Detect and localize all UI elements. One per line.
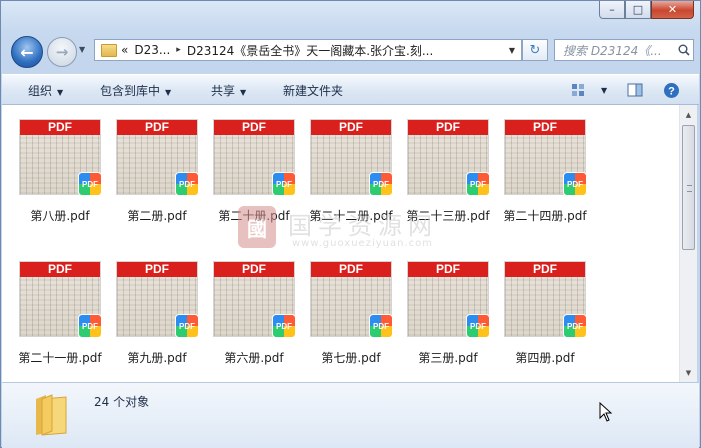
help-icon[interactable]: ? [662,81,680,99]
pdf-banner: PDF [408,262,488,277]
pdf-thumbnail: PDF PDF [19,261,102,338]
pdf-thumbnail: PDF PDF [116,261,199,338]
svg-text:?: ? [668,85,675,97]
pdf-banner: PDF [311,262,391,277]
preview-pane-icon[interactable] [626,81,644,99]
include-in-library-label: 包含到库中 [100,84,161,98]
share-menu[interactable]: 共享 ▼ [211,82,246,99]
view-options-icon[interactable] [570,81,588,99]
close-button[interactable]: ✕ [651,1,694,19]
grip-icon [687,185,692,192]
file-item[interactable]: PDF PDF 第四册.pdf [487,247,587,377]
back-button[interactable]: ← [11,36,43,68]
pdf-thumbnail: PDF PDF [116,119,199,196]
breadcrumb-item[interactable]: D23... [134,43,170,57]
history-dropdown-button[interactable]: ▼ [79,45,85,54]
pdf-banner: PDF [20,120,100,135]
folder-icon [101,43,117,57]
file-list-view[interactable]: PDF PDF 第八册.pdf PDF PDF 第二册.pdf PDF PDF 第二十册.pdf… [2,105,679,382]
search-placeholder: 搜索 D23124《... [563,43,662,58]
share-label: 共享 [211,84,236,98]
pdf-thumbnail: PDF PDF [213,261,296,338]
file-item[interactable]: PDF PDF 第二册.pdf [99,105,199,235]
file-item[interactable]: PDF PDF 第二十二册.pdf [293,105,393,235]
pdf-banner: PDF [505,120,585,135]
address-dropdown-button[interactable]: ▼ [509,46,515,55]
pdf-banner: PDF [408,120,488,135]
chevron-down-icon: ▼ [57,88,64,97]
minimize-button[interactable]: – [599,1,625,19]
file-name: 第四册.pdf [515,351,575,365]
file-item[interactable]: PDF PDF 第二十四册.pdf [487,105,587,235]
pdf-banner: PDF [311,120,391,135]
forward-button[interactable]: → [47,37,77,67]
vertical-scrollbar[interactable]: ▲ ▼ [679,105,697,382]
pdf-thumbnail: PDF PDF [407,119,490,196]
breadcrumb-overflow[interactable]: « [121,43,128,57]
pdf-banner: PDF [214,262,294,277]
address-bar[interactable]: « D23... ▸ D23124《景岳全书》天一阁藏本.张介宝.刻... ▼ [94,39,522,61]
file-item[interactable]: PDF PDF 第六册.pdf [196,247,296,377]
new-folder-button[interactable]: 新建文件夹 [283,82,343,99]
refresh-icon: ↻ [529,42,541,58]
file-item[interactable]: PDF PDF 第九册.pdf [99,247,199,377]
back-arrow-icon: ← [20,42,34,62]
file-item[interactable]: PDF PDF 第八册.pdf [2,105,102,235]
file-item[interactable]: PDF PDF 第二十册.pdf [196,105,296,235]
caption-buttons: – □ ✕ [599,1,694,19]
search-icon[interactable] [675,44,693,56]
pdf-banner: PDF [20,262,100,277]
maximize-button[interactable]: □ [625,1,651,19]
organize-label: 组织 [28,84,53,98]
pdf-app-icon: PDF [563,172,587,196]
pdf-thumbnail: PDF PDF [310,119,393,196]
pdf-thumbnail: PDF PDF [19,119,102,196]
view-dropdown-button[interactable]: ▼ [596,82,607,96]
pdf-thumbnail: PDF PDF [310,261,393,338]
pdf-thumbnail: PDF PDF [407,261,490,338]
scrollbar-thumb[interactable] [682,125,695,250]
pdf-banner: PDF [117,120,197,135]
pdf-thumbnail: PDF PDF [504,261,587,338]
file-item[interactable]: PDF PDF 第三册.pdf [390,247,490,377]
pdf-banner: PDF [214,120,294,135]
explorer-window: – □ ✕ ← → ▼ « D23... ▸ D23124《景岳全书》天一阁藏本… [0,0,701,448]
scroll-up-icon[interactable]: ▲ [681,107,696,122]
pdf-app-icon: PDF [563,314,587,338]
file-item[interactable]: PDF PDF 第二十一册.pdf [2,247,102,377]
breadcrumb-chevron-icon[interactable]: ▸ [176,45,181,55]
command-bar: 组织 ▼ 包含到库中 ▼ 共享 ▼ 新建文件夹 ▼ ? [2,74,699,105]
chevron-down-icon: ▼ [165,88,172,97]
chevron-down-icon: ▼ [240,88,247,97]
organize-menu[interactable]: 组织 ▼ [28,82,63,99]
pdf-thumbnail: PDF PDF [213,119,296,196]
pdf-thumbnail: PDF PDF [504,119,587,196]
folder-icon [32,393,70,436]
breadcrumb-item-current[interactable]: D23124《景岳全书》天一阁藏本.张介宝.刻... [187,42,434,59]
chevron-down-icon: ▼ [601,86,608,95]
include-in-library-menu[interactable]: 包含到库中 ▼ [100,82,171,99]
pdf-banner: PDF [505,262,585,277]
file-name: 第二十四册.pdf [503,209,587,223]
mouse-cursor-icon [599,402,613,422]
file-item[interactable]: PDF PDF 第七册.pdf [293,247,393,377]
forward-arrow-icon: → [55,43,69,61]
item-count: 24 个对象 [94,395,150,409]
scroll-down-icon[interactable]: ▼ [681,365,696,380]
pdf-banner: PDF [117,262,197,277]
refresh-button[interactable]: ↻ [522,39,548,61]
file-item[interactable]: PDF PDF 第二十三册.pdf [390,105,490,235]
details-pane: 24 个对象 [2,382,699,448]
search-input[interactable]: 搜索 D23124《... [554,39,694,61]
